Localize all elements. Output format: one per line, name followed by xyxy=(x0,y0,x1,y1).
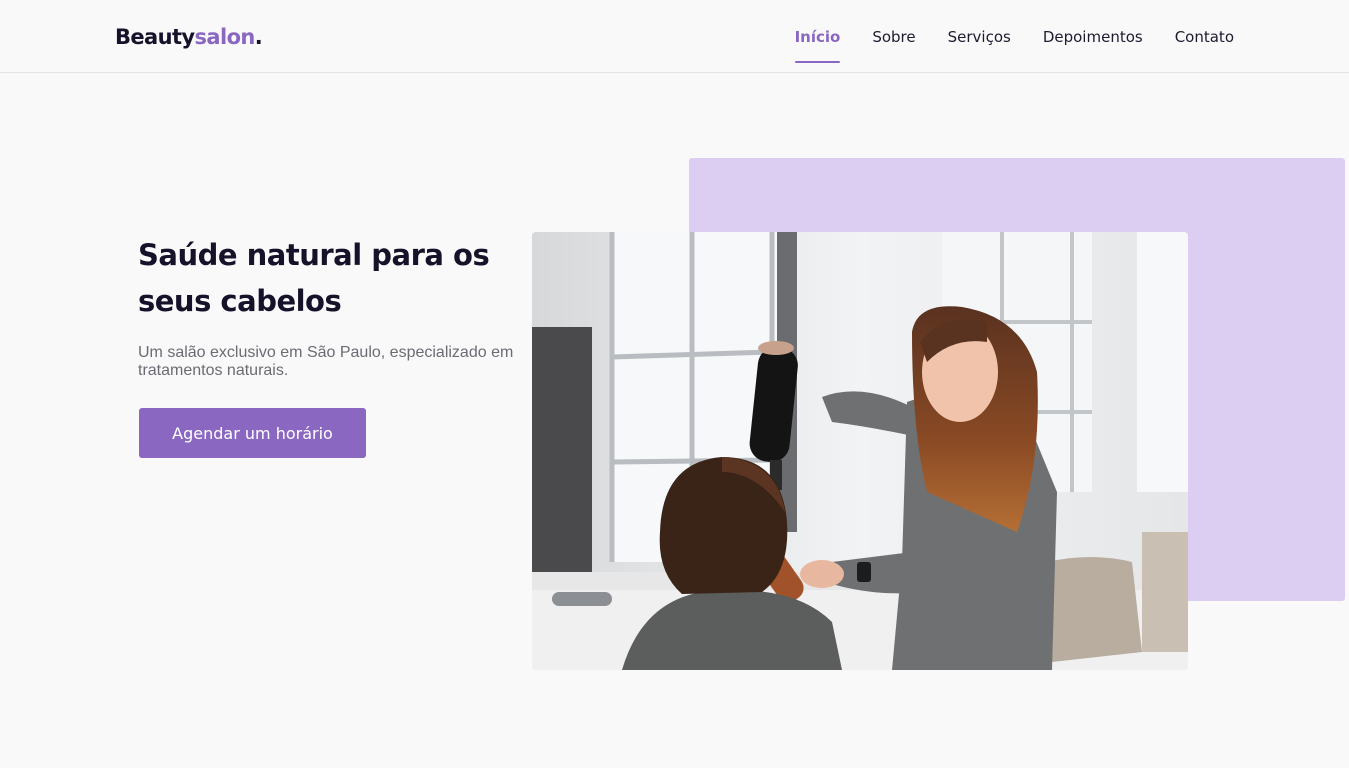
site-logo[interactable]: Beautysalon. xyxy=(115,24,263,50)
nav-link-inicio[interactable]: Início xyxy=(794,27,840,63)
hero-subtitle: Um salão exclusivo em São Paulo, especia… xyxy=(138,344,514,379)
logo-text-accent: salon xyxy=(194,25,256,49)
main-nav: Início Sobre Serviços Depoimentos Contat… xyxy=(794,0,1234,73)
logo-dot: . xyxy=(254,25,263,49)
nav-link-servicos[interactable]: Serviços xyxy=(948,27,1011,47)
hero-text: Saúde natural para os seus cabelos Um sa… xyxy=(138,232,528,380)
site-header: Beautysalon. Início Sobre Serviços Depoi… xyxy=(0,0,1349,73)
nav-link-sobre[interactable]: Sobre xyxy=(872,27,915,47)
logo-text-brand: Beauty xyxy=(115,25,195,49)
nav-link-contato[interactable]: Contato xyxy=(1175,27,1234,47)
hero-image xyxy=(532,232,1188,670)
nav-link-depoimentos[interactable]: Depoimentos xyxy=(1043,27,1143,47)
hero-title: Saúde natural para os seus cabelos xyxy=(138,238,490,318)
schedule-button[interactable]: Agendar um horário xyxy=(139,408,366,458)
